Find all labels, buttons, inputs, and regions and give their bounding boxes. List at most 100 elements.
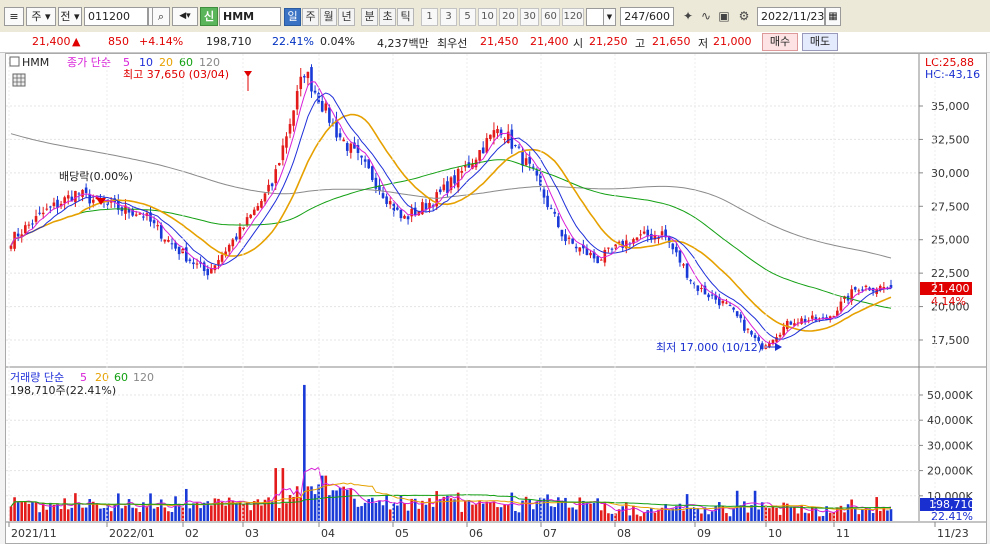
candle-body[interactable] <box>553 211 557 214</box>
candle-body[interactable] <box>285 136 288 148</box>
candle-body[interactable] <box>682 264 685 266</box>
candle-body[interactable] <box>725 302 728 304</box>
candle-body[interactable] <box>750 331 753 335</box>
volume-bar[interactable] <box>131 507 134 521</box>
volume-bar[interactable] <box>542 498 546 521</box>
volume-bar[interactable] <box>528 499 531 521</box>
candle-body[interactable] <box>167 239 170 242</box>
volume-bar[interactable] <box>689 508 692 521</box>
volume-bar[interactable] <box>861 509 864 521</box>
volume-bar[interactable] <box>34 502 38 521</box>
volume-bar[interactable] <box>667 509 671 521</box>
candle-body[interactable] <box>74 190 77 203</box>
volume-bar[interactable] <box>310 486 313 521</box>
volume-bar[interactable] <box>886 510 889 521</box>
volume-bar[interactable] <box>446 495 449 521</box>
candle-body[interactable] <box>295 91 299 110</box>
candle-body[interactable] <box>460 170 464 173</box>
volume-bar[interactable] <box>871 513 875 521</box>
candle-body[interactable] <box>320 100 324 112</box>
candle-body[interactable] <box>134 214 138 216</box>
volume-bar[interactable] <box>710 511 714 521</box>
volume-bar[interactable] <box>850 499 853 521</box>
candle-body[interactable] <box>367 159 371 169</box>
code-input[interactable]: 011200 <box>84 7 148 26</box>
candle-body[interactable] <box>535 170 539 176</box>
candle-body[interactable] <box>245 217 249 225</box>
candle-body[interactable] <box>517 146 521 148</box>
candle-body[interactable] <box>220 254 224 262</box>
candle-body[interactable] <box>732 307 735 310</box>
candle-body[interactable] <box>785 320 789 330</box>
volume-bar[interactable] <box>313 494 317 521</box>
tab-week[interactable]: 주 <box>302 8 319 26</box>
candle-body[interactable] <box>650 233 653 240</box>
volume-bar[interactable] <box>385 494 388 521</box>
volume-bar[interactable] <box>496 507 499 521</box>
candle-body[interactable] <box>743 319 746 331</box>
volume-bar[interactable] <box>725 513 728 521</box>
candle-body[interactable] <box>159 224 163 239</box>
volume-bar[interactable] <box>778 514 782 521</box>
volume-bar[interactable] <box>864 508 868 521</box>
candle-body[interactable] <box>524 158 528 166</box>
volume-bar[interactable] <box>417 508 421 521</box>
candle-body[interactable] <box>385 196 388 204</box>
volume-bar[interactable] <box>406 510 410 521</box>
volume-bar[interactable] <box>356 506 360 521</box>
volume-bar[interactable] <box>489 502 492 521</box>
candle-body[interactable] <box>27 224 31 226</box>
candle-body[interactable] <box>589 252 592 256</box>
volume-bar[interactable] <box>16 501 20 521</box>
volume-bar[interactable] <box>768 508 771 521</box>
candle-settings-icon[interactable]: ✦ <box>679 8 697 25</box>
volume-bar[interactable] <box>803 512 807 521</box>
candle-body[interactable] <box>270 183 274 187</box>
candle-body[interactable] <box>735 311 739 317</box>
volume-bar[interactable] <box>828 512 832 521</box>
volume-bar[interactable] <box>213 498 217 521</box>
volume-bar[interactable] <box>374 502 378 521</box>
volume-bar[interactable] <box>120 508 124 521</box>
volume-bar[interactable] <box>124 505 127 521</box>
candle-body[interactable] <box>91 199 95 203</box>
interval-30[interactable]: 30 <box>520 8 539 26</box>
volume-bar[interactable] <box>467 499 471 521</box>
volume-bar[interactable] <box>853 508 857 521</box>
chart-svg[interactable]: HMM 종가 단순 5 10 20 60 120 최고 37,650 (03/0… <box>6 54 986 543</box>
candle-body[interactable] <box>406 216 410 220</box>
volume-bar[interactable] <box>599 510 603 521</box>
volume-bar[interactable] <box>707 514 710 521</box>
candle-body[interactable] <box>728 305 732 307</box>
candle-body[interactable] <box>152 220 156 224</box>
volume-bar[interactable] <box>31 501 34 521</box>
volume-bar[interactable] <box>653 512 657 521</box>
candle-body[interactable] <box>642 231 646 234</box>
volume-bar[interactable] <box>560 500 564 521</box>
volume-bar[interactable] <box>285 503 288 521</box>
candle-body[interactable] <box>16 233 20 237</box>
candle-body[interactable] <box>63 197 66 204</box>
candle-body[interactable] <box>345 143 349 151</box>
volume-bar[interactable] <box>331 490 335 521</box>
volume-bar[interactable] <box>138 511 142 521</box>
candle-body[interactable] <box>363 159 367 162</box>
tab-month[interactable]: 월 <box>320 8 337 26</box>
candle-body[interactable] <box>453 175 456 184</box>
candle-body[interactable] <box>170 243 174 245</box>
volume-bar[interactable] <box>471 504 474 521</box>
candle-body[interactable] <box>678 250 682 263</box>
candle-body[interactable] <box>489 134 492 139</box>
volume-bar[interactable] <box>589 503 592 521</box>
volume-bar[interactable] <box>349 487 353 521</box>
candle-body[interactable] <box>388 201 392 205</box>
candle-body[interactable] <box>31 223 34 225</box>
candle-body[interactable] <box>514 145 517 147</box>
volume-bar[interactable] <box>732 507 735 521</box>
volume-bar[interactable] <box>74 493 77 521</box>
buy-button[interactable]: 매수 <box>762 33 798 51</box>
candle-body[interactable] <box>206 268 210 276</box>
candle-body[interactable] <box>88 194 91 204</box>
volume-bar[interactable] <box>77 503 81 521</box>
candle-body[interactable] <box>306 71 310 79</box>
